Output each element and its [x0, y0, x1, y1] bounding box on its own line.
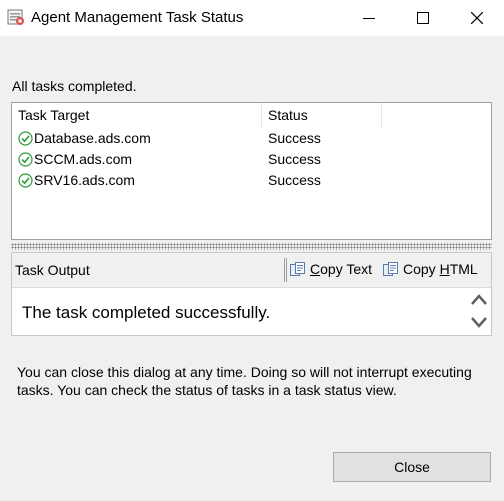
toolbar-separator: [284, 258, 287, 282]
copy-html-label: Copy HTML: [403, 261, 478, 277]
maximize-button[interactable]: [396, 0, 450, 36]
panel-splitter[interactable]: [11, 243, 492, 250]
copy-icon: [290, 262, 305, 276]
task-output-title: Task Output: [15, 262, 90, 278]
copy-html-button[interactable]: Copy HTML: [383, 261, 478, 277]
task-status: Success: [268, 172, 321, 188]
minimize-icon: [363, 18, 375, 19]
task-output-header: Task Output Copy Text Copy HTML: [12, 253, 491, 288]
task-output-message: The task completed successfully.: [22, 303, 271, 322]
task-status: Success: [268, 130, 321, 146]
close-button[interactable]: Close: [333, 452, 491, 482]
copy-text-label: Copy Text: [310, 261, 373, 277]
task-target: SRV16.ads.com: [34, 172, 135, 188]
task-list-header: Task Target Status: [12, 103, 491, 127]
completion-status: All tasks completed.: [12, 78, 137, 94]
column-header-status[interactable]: Status: [262, 103, 382, 127]
task-row[interactable]: SRV16.ads.com Success: [12, 170, 491, 191]
close-icon: [471, 12, 483, 24]
copy-icon: [383, 262, 398, 276]
column-header-task-target[interactable]: Task Target: [12, 103, 262, 127]
minimize-button[interactable]: [342, 0, 396, 36]
info-message: You can close this dialog at any time. D…: [17, 364, 472, 398]
app-icon: [7, 9, 24, 25]
scroll-up-icon: [471, 294, 487, 305]
maximize-icon: [417, 12, 429, 24]
task-target: Database.ads.com: [34, 130, 151, 146]
title-bar: Agent Management Task Status: [0, 0, 504, 36]
window-title: Agent Management Task Status: [31, 9, 244, 26]
task-row[interactable]: SCCM.ads.com Success: [12, 149, 491, 170]
task-list[interactable]: Task Target Status Database.ads.com Succ…: [11, 102, 492, 240]
task-status: Success: [268, 151, 321, 167]
success-check-icon: [18, 131, 33, 146]
success-check-icon: [18, 152, 33, 167]
close-window-button[interactable]: [450, 0, 504, 36]
scroll-arrows[interactable]: [470, 291, 488, 333]
task-output-panel: Task Output Copy Text Copy HTML The task: [11, 252, 492, 336]
scroll-down-icon: [471, 317, 487, 328]
task-row[interactable]: Database.ads.com Success: [12, 128, 491, 149]
success-check-icon: [18, 173, 33, 188]
task-target: SCCM.ads.com: [34, 151, 133, 167]
copy-text-button[interactable]: Copy Text: [290, 261, 372, 277]
